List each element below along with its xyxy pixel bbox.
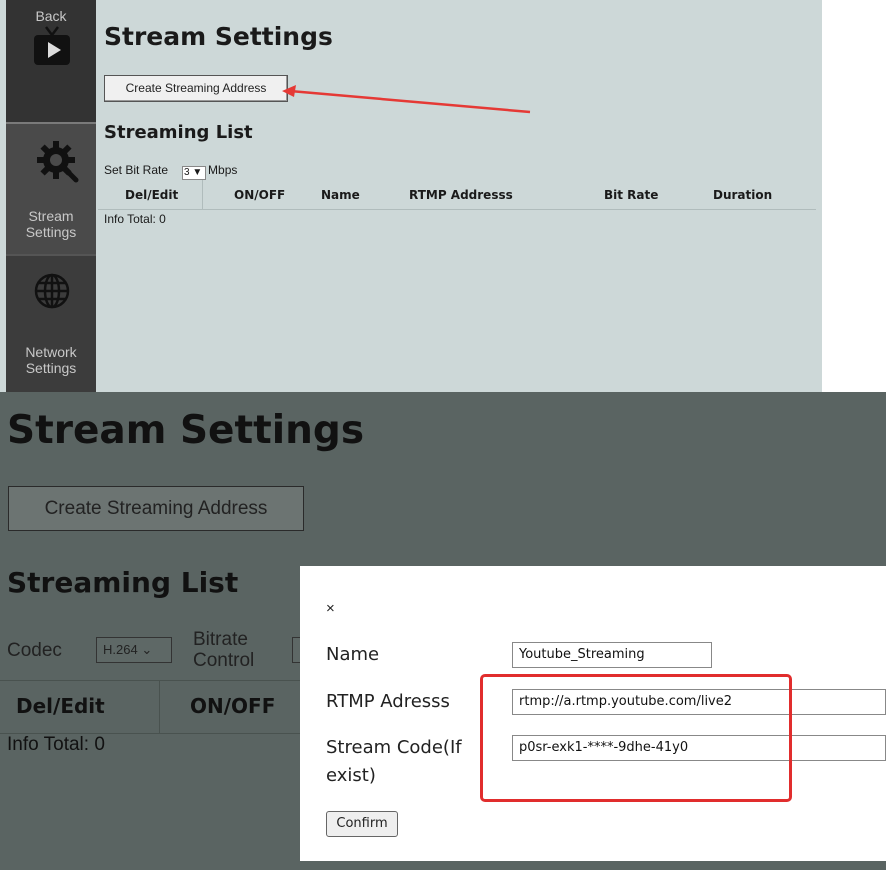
column-divider: [202, 180, 203, 209]
sidebar-item-stream-settings[interactable]: Stream Settings: [6, 124, 96, 254]
annotation-arrow: [282, 85, 531, 114]
sidebar-item-network-label-2: Settings: [25, 360, 77, 376]
info-total: Info Total: 0: [7, 734, 105, 755]
column-divider: [159, 681, 160, 733]
gear-icon: [37, 141, 79, 183]
stream-code-label-line1: Stream Code(If: [326, 737, 462, 758]
bitrate-control-label-line2: Control: [193, 650, 255, 671]
annotation-highlight-box: [480, 674, 792, 802]
chevron-down-icon: ⌄: [141, 642, 153, 657]
column-header-rtmp-address: RTMP Addresss: [409, 188, 513, 202]
table-header: Del/Edit ON/OFF: [0, 680, 300, 734]
chevron-down-icon: ▼: [192, 167, 203, 178]
sidebar-item-back-label: Back: [35, 8, 67, 24]
rtmp-address-label: RTMP Adresss: [326, 691, 450, 712]
globe-icon: [34, 273, 70, 309]
codec-select[interactable]: H.264 ⌄: [96, 637, 172, 663]
column-header-name: Name: [321, 188, 360, 202]
bitrate-unit: Mbps: [208, 163, 238, 177]
create-address-modal: × Name Youtube_Streaming RTMP Adresss rt…: [300, 566, 886, 861]
create-streaming-address-button[interactable]: Create Streaming Address: [8, 486, 304, 531]
close-icon[interactable]: ×: [326, 600, 335, 617]
column-header-del-edit: Del/Edit: [16, 694, 105, 718]
codec-select-value: H.264: [103, 642, 138, 657]
stream-code-label-line2: exist): [326, 765, 376, 786]
page-title: Stream Settings: [104, 22, 333, 51]
bitrate-select-value: 3: [184, 167, 190, 178]
bitrate-control-label-line1: Bitrate: [193, 629, 248, 650]
streaming-list-heading: Streaming List: [7, 566, 239, 599]
bitrate-control-label: Bitrate Control: [193, 629, 254, 671]
bitrate-select[interactable]: 3 ▼: [182, 166, 207, 180]
confirm-button[interactable]: Confirm: [326, 811, 398, 837]
column-header-bit-rate: Bit Rate: [604, 188, 659, 202]
name-input[interactable]: Youtube_Streaming: [512, 642, 712, 668]
top-screenshot: Back Stream Settings Network Settings St…: [0, 0, 822, 392]
column-header-on-off: ON/OFF: [190, 694, 276, 718]
sidebar-item-back[interactable]: Back: [6, 0, 96, 122]
streaming-list-heading: Streaming List: [104, 122, 253, 143]
bitrate-label: Set Bit Rate: [104, 163, 169, 177]
column-header-del-edit: Del/Edit: [125, 188, 179, 202]
column-header-duration: Duration: [713, 188, 773, 202]
table-header: Del/Edit ON/OFF Name RTMP Addresss Bit R…: [98, 180, 816, 210]
info-total: Info Total: 0: [104, 212, 166, 226]
column-header-on-off: ON/OFF: [234, 188, 286, 202]
top-main-content: Stream Settings Create Streaming Address…: [98, 0, 822, 392]
sidebar: Back Stream Settings Network Settings: [6, 0, 96, 392]
sidebar-item-stream-label-2: Settings: [25, 224, 77, 240]
sidebar-item-network-label-1: Network: [25, 344, 77, 360]
name-label: Name: [326, 644, 380, 665]
page-title: Stream Settings: [7, 408, 365, 453]
sidebar-item-stream-label-1: Stream: [28, 208, 74, 224]
bitrate-row: Set Bit Rate 3 ▼ Mbps: [104, 163, 237, 180]
sidebar-item-network-settings[interactable]: Network Settings: [6, 256, 96, 392]
create-streaming-address-button[interactable]: Create Streaming Address: [104, 75, 288, 102]
tv-icon: [34, 26, 70, 65]
codec-label: Codec: [7, 640, 62, 661]
